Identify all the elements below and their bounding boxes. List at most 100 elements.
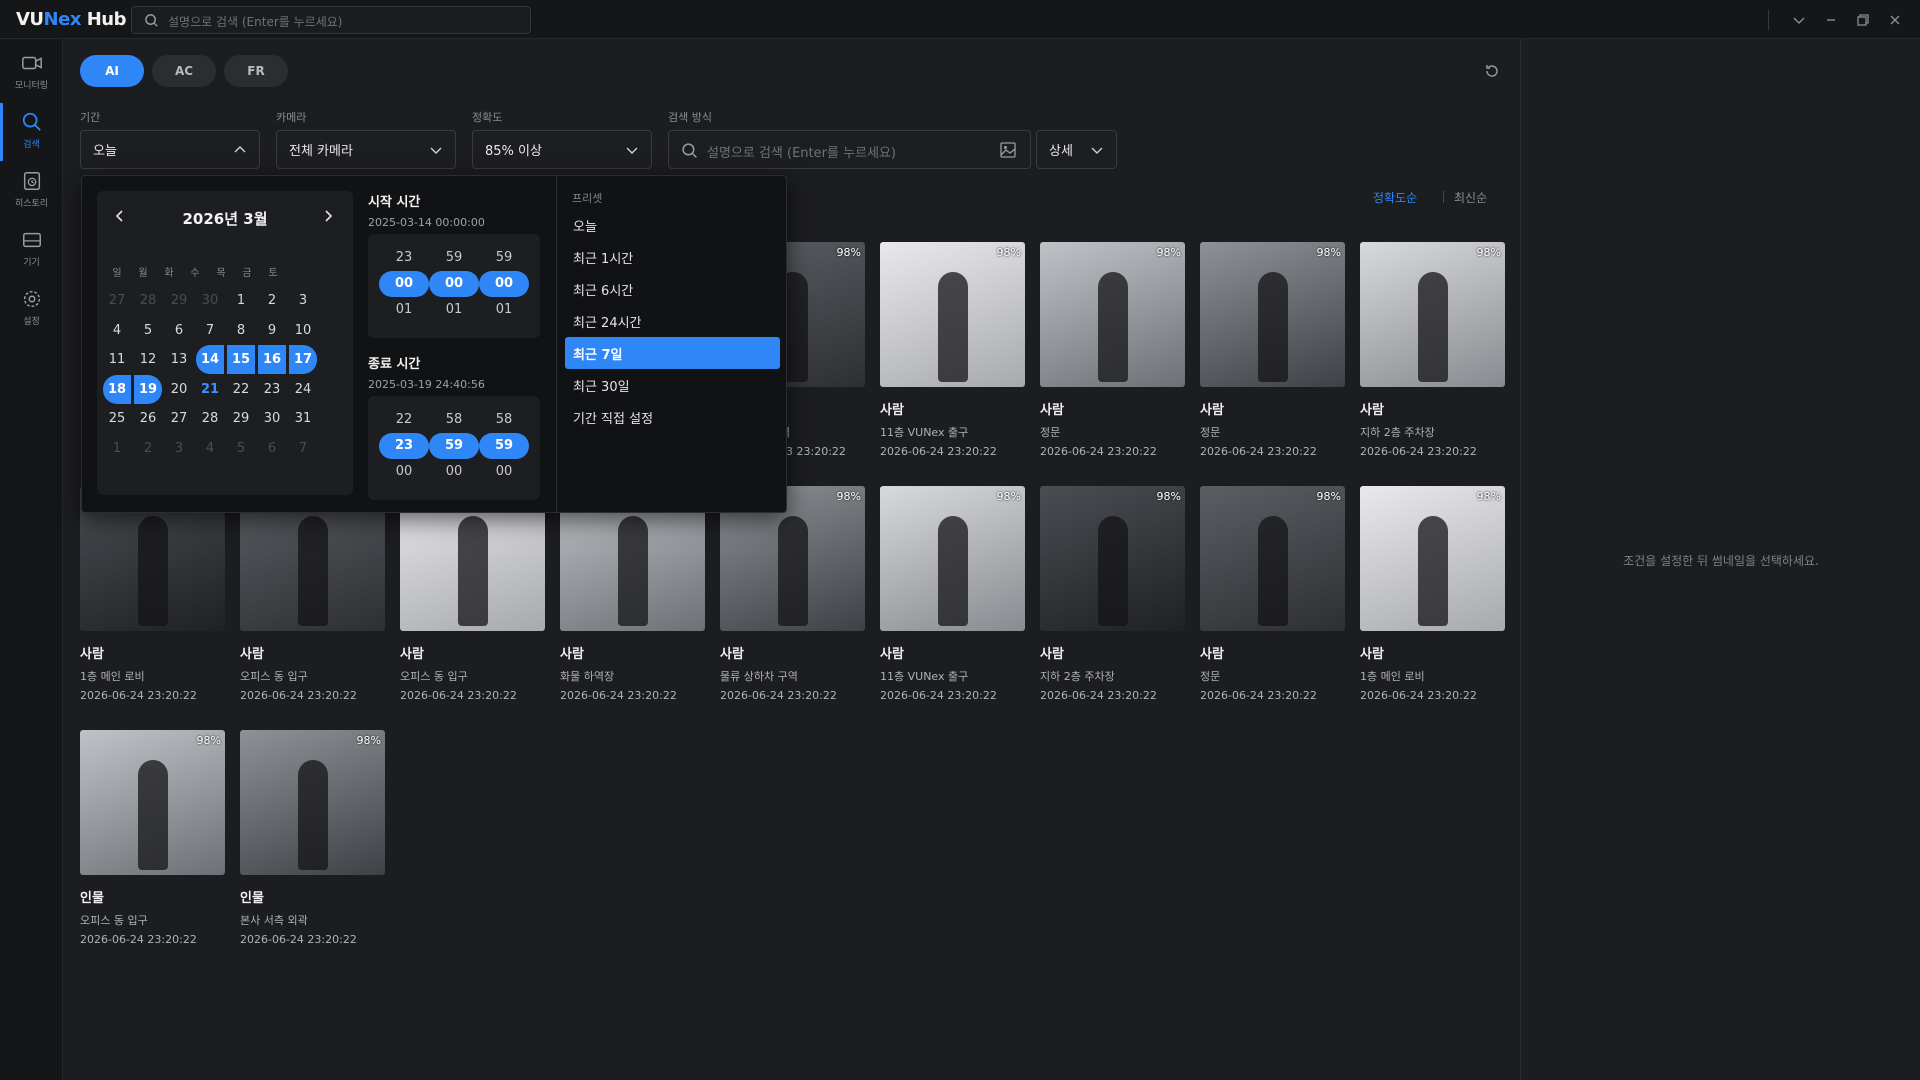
calendar-day[interactable]: 8 <box>227 316 255 345</box>
calendar-day[interactable]: 12 <box>134 345 162 374</box>
result-thumbnail[interactable]: 98% <box>1360 486 1505 631</box>
result-card[interactable]: 98% 인물 본사 서측 외곽 2026-06-24 23:20:22 <box>240 730 385 946</box>
result-thumbnail[interactable]: 98% <box>1200 486 1345 631</box>
result-card[interactable]: 98% 사람 지하 2층 주차장 2026-06-24 23:20:22 <box>1360 242 1505 458</box>
end-time-value[interactable]: 00 <box>429 459 479 485</box>
refresh-icon[interactable] <box>1484 63 1500 79</box>
calendar-day[interactable]: 28 <box>196 404 224 433</box>
preset-item[interactable]: 최근 30일 <box>565 369 780 401</box>
calendar-day[interactable]: 5 <box>134 316 162 345</box>
calendar-day[interactable]: 16 <box>258 345 286 374</box>
preset-item[interactable]: 오늘 <box>565 209 780 241</box>
calendar-day[interactable]: 25 <box>103 404 131 433</box>
calendar-day[interactable]: 3 <box>165 434 193 463</box>
calendar-day[interactable]: 30 <box>258 404 286 433</box>
sort-accuracy[interactable]: 정확도순 <box>1373 189 1417 206</box>
calendar-day[interactable]: 4 <box>196 434 224 463</box>
end-time-value[interactable]: 58 <box>479 407 529 433</box>
preset-item[interactable]: 최근 7일 <box>565 337 780 369</box>
tab-ai[interactable]: AI <box>80 55 144 87</box>
calendar-day[interactable]: 29 <box>227 404 255 433</box>
start-time-value[interactable]: 01 <box>429 297 479 323</box>
end-time-column[interactable]: 22 23 00 <box>379 407 429 485</box>
start-time-column[interactable]: 59 00 01 <box>479 245 529 323</box>
calendar-day[interactable]: 14 <box>196 345 224 374</box>
global-search-input[interactable]: 설명으로 검색 (Enter를 누르세요) <box>131 6 531 34</box>
detail-button[interactable]: 상세 <box>1036 130 1117 169</box>
restore-icon[interactable] <box>1847 0 1879 39</box>
chevron-down-icon[interactable] <box>1783 0 1815 39</box>
start-time-value[interactable]: 00 <box>429 271 479 297</box>
result-card[interactable]: 98% 사람 11층 VUNex 출구 2026-06-24 23:20:22 <box>880 242 1025 458</box>
result-card[interactable]: 98% 사람 정문 2026-06-24 23:20:22 <box>1040 242 1185 458</box>
sidebar-item-devices[interactable]: 기기 <box>0 221 63 279</box>
calendar-day[interactable]: 6 <box>165 316 193 345</box>
accuracy-select[interactable]: 85% 이상 <box>472 130 652 169</box>
calendar-day[interactable]: 11 <box>103 345 131 374</box>
result-thumbnail[interactable]: 98% <box>880 486 1025 631</box>
result-card[interactable]: 98% 사람 물류 상하차 구역 2026-06-24 23:20:22 <box>720 486 865 702</box>
calendar-day[interactable]: 2 <box>134 434 162 463</box>
description-search-input[interactable]: 설명으로 검색 (Enter를 누르세요) <box>668 130 1031 169</box>
calendar-day[interactable]: 28 <box>134 286 162 315</box>
result-card[interactable]: 98%사람오피스 동 입구2026-06-24 23:20:22 <box>400 486 545 702</box>
calendar-day[interactable]: 19 <box>134 375 162 404</box>
end-time-value[interactable]: 22 <box>379 407 429 433</box>
result-thumbnail[interactable]: 98% <box>1360 242 1505 387</box>
start-time-column[interactable]: 23 00 01 <box>379 245 429 323</box>
calendar-day[interactable]: 20 <box>165 375 193 404</box>
calendar-day[interactable]: 13 <box>165 345 193 374</box>
calendar-day[interactable]: 18 <box>103 375 131 404</box>
end-time-value[interactable]: 59 <box>479 433 529 459</box>
result-thumbnail[interactable]: 98% <box>1040 242 1185 387</box>
period-select[interactable]: 오늘 <box>80 130 260 169</box>
start-time-value[interactable]: 01 <box>479 297 529 323</box>
calendar-day[interactable]: 9 <box>258 316 286 345</box>
calendar-day[interactable]: 30 <box>196 286 224 315</box>
preset-item[interactable]: 최근 6시간 <box>565 273 780 305</box>
result-thumbnail[interactable]: 98% <box>880 242 1025 387</box>
preset-item[interactable]: 최근 1시간 <box>565 241 780 273</box>
calendar-day[interactable]: 17 <box>289 345 317 374</box>
result-card[interactable]: 98%사람화물 하역장2026-06-24 23:20:22 <box>560 486 705 702</box>
start-time-column[interactable]: 59 00 01 <box>429 245 479 323</box>
calendar-day[interactable]: 27 <box>103 286 131 315</box>
calendar-day[interactable]: 23 <box>258 375 286 404</box>
end-time-column[interactable]: 58 59 00 <box>429 407 479 485</box>
calendar-day[interactable]: 1 <box>227 286 255 315</box>
preset-item[interactable]: 최근 24시간 <box>565 305 780 337</box>
minimize-icon[interactable] <box>1815 0 1847 39</box>
end-time-value[interactable]: 58 <box>429 407 479 433</box>
end-time-value[interactable]: 00 <box>379 459 429 485</box>
calendar-day[interactable]: 31 <box>289 404 317 433</box>
start-time-value[interactable]: 01 <box>379 297 429 323</box>
calendar-day[interactable]: 21 <box>196 375 224 404</box>
result-thumbnail[interactable]: 98% <box>1200 242 1345 387</box>
result-thumbnail[interactable]: 98% <box>1040 486 1185 631</box>
result-thumbnail[interactable]: 98% <box>80 730 225 875</box>
sidebar-item-monitoring[interactable]: 모니터링 <box>0 44 63 102</box>
calendar-day[interactable]: 1 <box>103 434 131 463</box>
end-time-value[interactable]: 59 <box>429 433 479 459</box>
calendar-day[interactable]: 26 <box>134 404 162 433</box>
camera-select[interactable]: 전체 카메라 <box>276 130 456 169</box>
calendar-day[interactable]: 24 <box>289 375 317 404</box>
start-time-value[interactable]: 59 <box>429 245 479 271</box>
calendar-day[interactable]: 3 <box>289 286 317 315</box>
end-time-value[interactable]: 00 <box>479 459 529 485</box>
start-time-value[interactable]: 59 <box>479 245 529 271</box>
result-card[interactable]: 98% 사람 정문 2026-06-24 23:20:22 <box>1200 486 1345 702</box>
chevron-right-icon[interactable] <box>321 209 335 223</box>
result-card[interactable]: 98%사람오피스 동 입구2026-06-24 23:20:22 <box>240 486 385 702</box>
start-time-value[interactable]: 00 <box>479 271 529 297</box>
result-card[interactable]: 98% 인물 오피스 동 입구 2026-06-24 23:20:22 <box>80 730 225 946</box>
calendar-day[interactable]: 10 <box>289 316 317 345</box>
result-card[interactable]: 98% 사람 11층 VUNex 출구 2026-06-24 23:20:22 <box>880 486 1025 702</box>
end-time-value[interactable]: 23 <box>379 433 429 459</box>
sort-latest[interactable]: 최신순 <box>1454 189 1487 206</box>
start-time-value[interactable]: 23 <box>379 245 429 271</box>
close-icon[interactable] <box>1879 0 1911 39</box>
result-thumbnail[interactable]: 98% <box>240 730 385 875</box>
calendar-day[interactable]: 2 <box>258 286 286 315</box>
calendar-day[interactable]: 27 <box>165 404 193 433</box>
